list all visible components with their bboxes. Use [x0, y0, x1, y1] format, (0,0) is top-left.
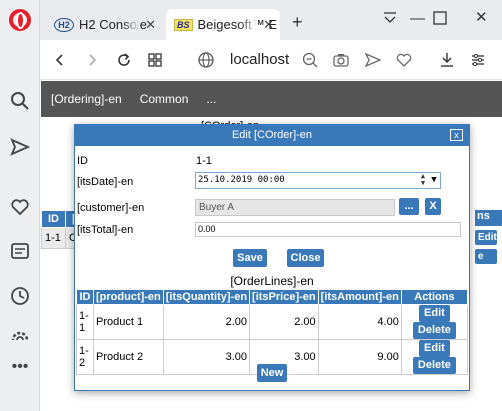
- app-menu-bar: [Ordering]-en Common ...: [41, 81, 502, 117]
- order-lines-title: [OrderLines]-en: [230, 274, 314, 288]
- easy-setup-icon[interactable]: [470, 52, 486, 68]
- line-id: 1-1: [76, 304, 94, 340]
- browser-window: ••• H2 H2 Console ✕ BS Beigesoft™ E ✕ + …: [0, 0, 502, 411]
- customer-pick-button[interactable]: ...: [399, 198, 419, 215]
- speed-dial-icon[interactable]: [145, 50, 165, 70]
- id-label: ID: [77, 155, 88, 167]
- tab-beigesoft[interactable]: BS Beigesoft™ E ✕: [166, 9, 280, 40]
- total-label: [itsTotal]-en: [77, 224, 134, 236]
- url-text[interactable]: localhost: [230, 51, 289, 68]
- order-lines-table: ID [product]-en [itsQuantity]-en [itsPri…: [76, 289, 469, 375]
- line-id: 1-2: [76, 339, 94, 375]
- heart-icon[interactable]: [396, 52, 412, 68]
- edit-order-dialog: Edit [COrder]-en x ID 1-1 [itsDate]-en 2…: [74, 124, 470, 391]
- background-edit-button[interactable]: Edit: [475, 230, 497, 245]
- line-quantity: 3.00: [162, 339, 251, 375]
- news-icon[interactable]: [10, 241, 30, 261]
- delete-line-button[interactable]: Delete: [412, 357, 456, 374]
- heart-icon[interactable]: [10, 197, 30, 217]
- line-quantity: 2.00: [162, 304, 251, 340]
- forward-icon[interactable]: [82, 50, 102, 70]
- tab-menu-icon[interactable]: [382, 9, 398, 29]
- camera-icon[interactable]: [333, 52, 349, 68]
- tab-h2-console[interactable]: H2 H2 Console ✕: [46, 9, 162, 40]
- line-product: Product 1: [93, 304, 164, 340]
- table-header: ns: [475, 210, 502, 226]
- close-icon[interactable]: ✕: [263, 17, 274, 33]
- column-header-price: [itsPrice]-en: [249, 289, 319, 305]
- delete-line-button[interactable]: Delete: [412, 322, 456, 339]
- date-spinner[interactable]: ▲ ▼: [418, 173, 428, 188]
- column-header-quantity: [itsQuantity]-en: [162, 289, 251, 305]
- line-actions: EditDelete: [400, 304, 469, 340]
- more-icon[interactable]: •••: [10, 359, 30, 382]
- tab-bar: H2 H2 Console ✕ BS Beigesoft™ E ✕ + — ✕: [40, 0, 502, 40]
- background-actions-column: ns Edit e: [475, 210, 502, 264]
- line-actions: EditDelete: [400, 339, 469, 375]
- opera-logo-icon[interactable]: [9, 9, 31, 31]
- search-icon[interactable]: [10, 91, 30, 111]
- menu-item-common[interactable]: Common: [132, 92, 197, 106]
- date-value: 25.10.2019 00:00: [198, 175, 285, 185]
- total-field[interactable]: 0.00: [195, 222, 461, 237]
- line-product: Product 2: [93, 339, 164, 375]
- id-value: 1-1: [196, 155, 212, 167]
- tab-fade: [122, 9, 140, 40]
- table-row: 1-1 Product 1 2.00 2.00 4.00 EditDelete: [76, 304, 469, 340]
- history-icon[interactable]: [10, 286, 30, 306]
- customer-field: Buyer A: [195, 199, 395, 216]
- save-button[interactable]: Save: [233, 249, 267, 267]
- tab-fade: [240, 9, 258, 40]
- column-header-actions: Actions: [400, 289, 469, 305]
- dialog-close-button[interactable]: x: [450, 129, 463, 141]
- browser-sidebar: •••: [0, 0, 40, 411]
- download-icon[interactable]: [439, 52, 455, 68]
- customer-clear-button[interactable]: X: [425, 198, 441, 215]
- column-header-amount: [itsAmount]-en: [317, 289, 402, 305]
- h2-favicon-icon: H2: [54, 17, 74, 32]
- zoom-icon[interactable]: [302, 52, 318, 68]
- address-bar: localhost: [40, 40, 502, 80]
- line-amount: 4.00: [317, 304, 402, 340]
- line-price: 2.00: [249, 304, 319, 340]
- table-cell: 1-1: [41, 227, 66, 249]
- column-header-id: ID: [76, 289, 94, 305]
- new-tab-icon[interactable]: +: [292, 12, 303, 33]
- back-icon[interactable]: [50, 50, 70, 70]
- beigesoft-favicon-icon: BS: [174, 18, 193, 31]
- dialog-title: Edit [COrder]-en: [75, 125, 469, 146]
- line-amount: 9.00: [317, 339, 402, 375]
- close-icon[interactable]: ✕: [145, 17, 156, 33]
- send-icon[interactable]: [10, 137, 31, 157]
- background-delete-button[interactable]: e: [475, 249, 497, 264]
- column-header-product: [product]-en: [93, 289, 164, 305]
- menu-item-more[interactable]: ...: [198, 92, 224, 106]
- edit-line-button[interactable]: Edit: [419, 340, 450, 357]
- globe-icon[interactable]: [198, 52, 214, 68]
- close-window-icon[interactable]: ✕: [475, 8, 488, 26]
- send-icon[interactable]: [364, 52, 382, 68]
- reload-icon[interactable]: [114, 50, 134, 70]
- customer-label: [customer]-en: [77, 202, 145, 214]
- table-header: ID: [41, 210, 66, 228]
- date-dropdown-icon[interactable]: ▼: [429, 173, 439, 188]
- date-label: [itsDate]-en: [77, 176, 134, 188]
- new-line-button[interactable]: New: [257, 364, 287, 382]
- edit-line-button[interactable]: Edit: [419, 305, 450, 322]
- maximize-icon[interactable]: [433, 11, 447, 29]
- date-field[interactable]: 25.10.2019 00:00 ▲ ▼ ▼: [195, 172, 441, 189]
- settings-icon[interactable]: [10, 330, 30, 340]
- minimize-icon[interactable]: —: [410, 10, 425, 27]
- menu-item-ordering[interactable]: [Ordering]-en: [43, 92, 130, 106]
- close-button[interactable]: Close: [287, 249, 324, 267]
